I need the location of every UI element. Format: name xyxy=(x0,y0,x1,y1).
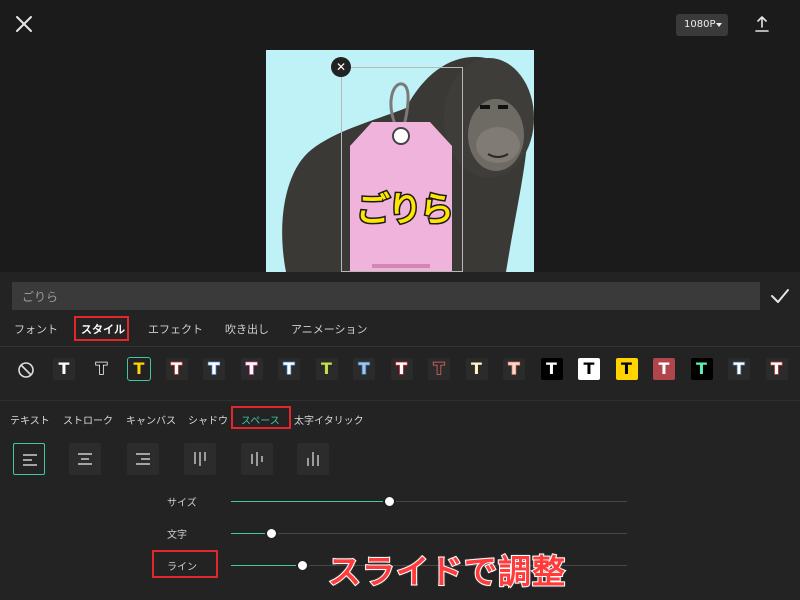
style-preset-18[interactable]: T xyxy=(690,358,713,380)
no-style-icon[interactable] xyxy=(16,360,36,380)
style-preset-2[interactable]: T xyxy=(91,358,113,380)
style-preset-14[interactable]: T xyxy=(540,358,563,380)
slider-fill xyxy=(231,565,303,566)
style-preset-9[interactable]: T xyxy=(353,358,375,380)
resolution-dropdown[interactable]: 1080P xyxy=(676,14,728,36)
align-center-icon xyxy=(78,453,92,465)
align-right-button[interactable] xyxy=(127,443,159,475)
style-preset-13[interactable]: T xyxy=(503,358,525,380)
vertical-bottom-button[interactable] xyxy=(297,443,329,475)
line-label-highlight xyxy=(152,550,218,578)
tab-effect[interactable]: エフェクト xyxy=(148,321,203,337)
style-preset-19[interactable]: T xyxy=(728,358,750,380)
vertical-bottom-icon xyxy=(307,452,319,466)
style-preset-10[interactable]: T xyxy=(390,358,413,380)
vertical-center-icon xyxy=(251,452,263,466)
chevron-down-icon xyxy=(716,23,722,27)
style-preset-4[interactable]: T xyxy=(165,358,188,380)
close-icon[interactable] xyxy=(12,12,36,36)
vertical-top-button[interactable] xyxy=(184,443,216,475)
tab-font[interactable]: フォント xyxy=(14,321,58,337)
subtab-bold-italic[interactable]: 太字イタリック xyxy=(294,412,364,427)
align-left-button[interactable] xyxy=(13,443,45,475)
style-tab-highlight xyxy=(74,316,129,341)
export-icon[interactable] xyxy=(752,14,772,34)
divider xyxy=(0,346,800,347)
align-right-icon xyxy=(136,453,150,465)
size-slider[interactable] xyxy=(231,495,627,508)
style-preset-3[interactable]: T xyxy=(127,357,151,381)
size-slider-label: サイズ xyxy=(167,498,197,509)
align-left-icon xyxy=(23,454,37,466)
subtab-shadow[interactable]: シャドウ xyxy=(188,412,228,427)
style-preset-16[interactable]: T xyxy=(615,358,638,380)
resolution-label: 1080P xyxy=(684,19,716,30)
style-preset-6[interactable]: T xyxy=(240,358,263,380)
char-spacing-slider[interactable] xyxy=(231,527,627,540)
style-preset-17[interactable]: T xyxy=(653,358,675,380)
divider xyxy=(0,400,800,401)
style-preset-5[interactable]: T xyxy=(203,358,225,380)
remove-sticker-button[interactable]: ✕ xyxy=(331,57,351,77)
check-icon[interactable] xyxy=(768,284,792,308)
vertical-top-icon xyxy=(194,452,206,466)
style-preset-8[interactable]: T xyxy=(315,358,338,380)
text-input[interactable] xyxy=(12,282,760,310)
slider-handle[interactable] xyxy=(264,527,278,540)
tab-animation[interactable]: アニメーション xyxy=(291,321,368,337)
space-subtab-highlight xyxy=(231,406,291,429)
style-preset-7[interactable]: T xyxy=(278,358,300,380)
style-preset-15[interactable]: T xyxy=(578,358,600,380)
subtab-stroke[interactable]: ストローク xyxy=(63,412,113,427)
subtab-canvas[interactable]: キャンバス xyxy=(126,412,176,427)
style-preset-20[interactable]: T xyxy=(765,358,788,380)
style-preset-11[interactable]: T xyxy=(428,358,450,380)
style-preset-1[interactable]: T xyxy=(53,358,75,380)
char-spacing-slider-label: 文字 xyxy=(167,530,187,541)
vertical-center-button[interactable] xyxy=(241,443,273,475)
slider-fill xyxy=(231,501,390,502)
selection-box[interactable] xyxy=(341,67,463,272)
style-preset-12[interactable]: T xyxy=(465,358,488,380)
subtab-text[interactable]: テキスト xyxy=(10,412,50,427)
video-preview-area: 1080P ごりら ✕ xyxy=(0,0,800,272)
tab-bubble[interactable]: 吹き出し xyxy=(225,321,269,337)
align-center-button[interactable] xyxy=(69,443,101,475)
annotation-text: スライドで調整 xyxy=(327,551,566,592)
